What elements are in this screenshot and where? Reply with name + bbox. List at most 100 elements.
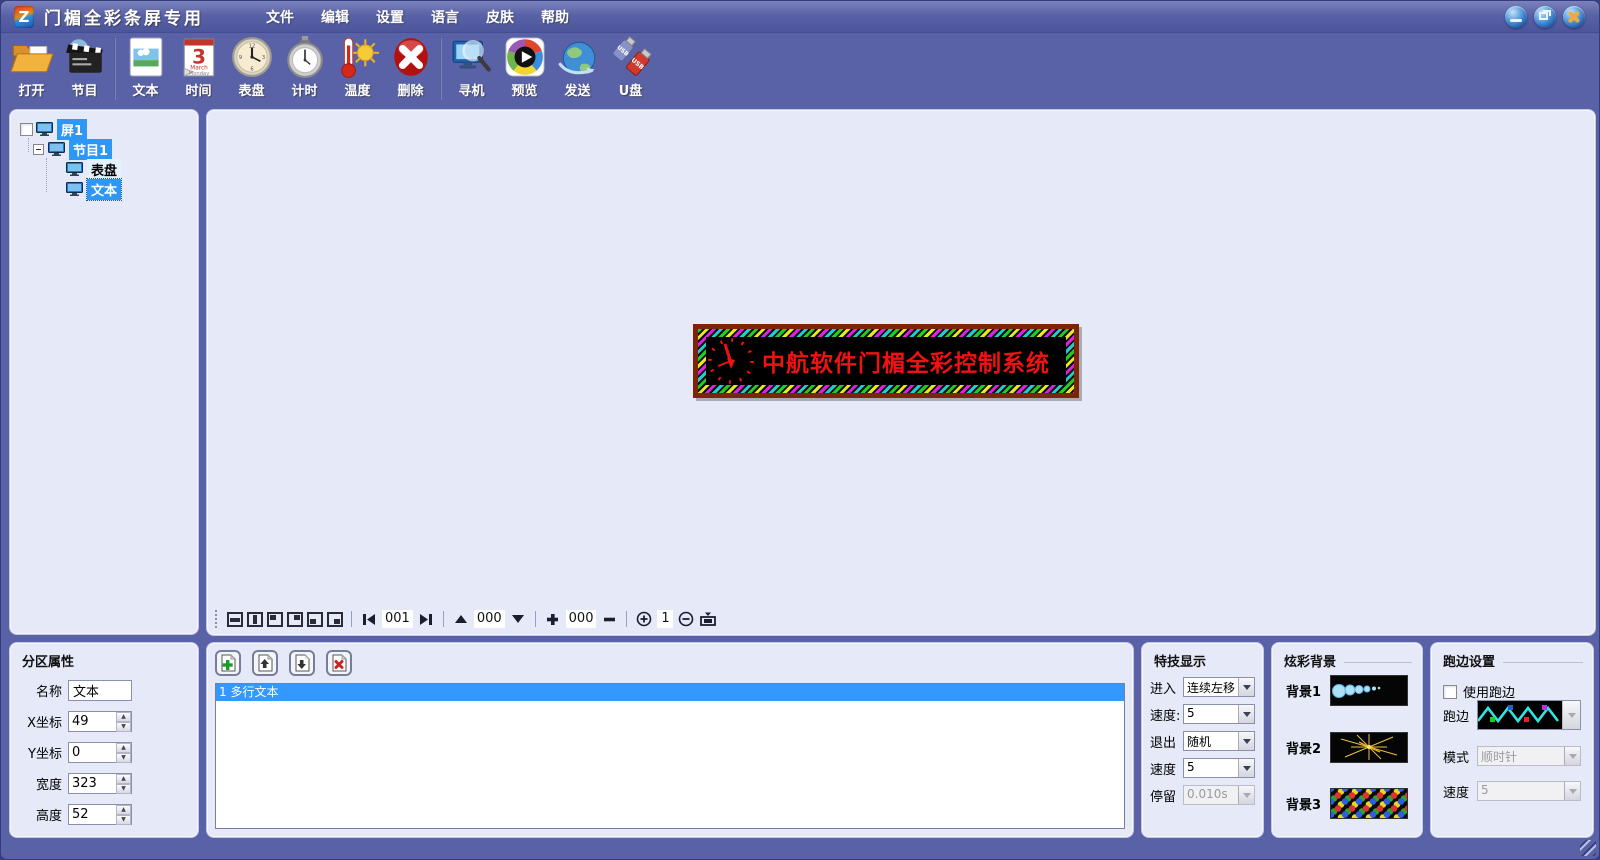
zoom-out-button[interactable] <box>677 610 695 628</box>
stay-time-select: 0.010s <box>1183 785 1255 805</box>
exit-speed-select[interactable]: 5 <box>1183 758 1255 778</box>
last-page-button[interactable] <box>417 610 435 628</box>
align-center-horizontal-button[interactable] <box>227 612 243 627</box>
move-item-down-button[interactable] <box>289 650 315 676</box>
enter-speed-select[interactable]: 5 <box>1183 704 1255 724</box>
time-button[interactable]: 3 March Monday 时间 <box>172 35 225 103</box>
align-bottom-left-button[interactable] <box>307 612 323 627</box>
dropdown-arrow-icon[interactable] <box>1238 705 1254 723</box>
toolbar-grip[interactable] <box>215 610 219 628</box>
find-device-button[interactable]: 寻机 <box>445 35 498 103</box>
background2-thumbnail[interactable] <box>1330 732 1408 763</box>
tree-item-program1[interactable]: 节目1 <box>33 139 198 159</box>
increase-button[interactable] <box>544 610 562 628</box>
background1-thumbnail[interactable] <box>1330 675 1408 706</box>
tree-item-text[interactable]: 文本 <box>66 179 198 199</box>
led-display-preview[interactable]: 中航软件门楣全彩控制系统 <box>693 324 1079 398</box>
enter-speed-label: 速度: <box>1150 705 1183 724</box>
align-top-right-button[interactable] <box>287 612 303 627</box>
page-delete-icon <box>330 654 348 672</box>
window-resize-grip[interactable] <box>1580 840 1596 856</box>
dropdown-arrow-icon <box>1564 782 1580 800</box>
fit-screen-button[interactable] <box>699 610 717 628</box>
tree-checkbox[interactable] <box>20 123 33 136</box>
enter-effect-select[interactable]: 连续左移 <box>1183 677 1255 697</box>
editing-canvas[interactable]: 中航软件门楣全彩控制系统 001 000 <box>206 109 1596 636</box>
y-coordinate-label: Y坐标 <box>18 743 62 762</box>
content-list[interactable]: 1 多行文本 <box>215 683 1125 829</box>
name-input[interactable] <box>68 680 132 701</box>
align-bottom-right-button[interactable] <box>327 612 343 627</box>
delete-item-button[interactable] <box>326 650 352 676</box>
border-pattern-select[interactable] <box>1477 700 1581 730</box>
temperature-button[interactable]: 温度 <box>331 35 384 103</box>
led-border-animation: 中航软件门楣全彩控制系统 <box>698 329 1074 393</box>
tree-item-dial[interactable]: 表盘 <box>66 159 198 179</box>
svg-text:3: 3 <box>261 55 264 61</box>
open-folder-icon <box>10 35 54 79</box>
menu-settings[interactable]: 设置 <box>376 7 404 27</box>
minimize-icon <box>1510 19 1522 22</box>
timer-button[interactable]: 计时 <box>278 35 331 103</box>
height-spinner[interactable]: ▲▼ <box>116 805 131 824</box>
page-number-field[interactable]: 001 <box>382 610 413 628</box>
add-item-button[interactable] <box>215 650 241 676</box>
x-spinner[interactable]: ▲▼ <box>116 712 131 731</box>
dropdown-arrow-icon[interactable] <box>1238 678 1254 696</box>
width-input[interactable] <box>69 774 116 793</box>
menu-file[interactable]: 文件 <box>266 7 294 27</box>
exit-effect-select[interactable]: 随机 <box>1183 731 1255 751</box>
menu-edit[interactable]: 编辑 <box>321 7 349 27</box>
first-page-button[interactable] <box>360 610 378 628</box>
program-clapper-icon <box>63 35 107 79</box>
menu-skin[interactable]: 皮肤 <box>486 7 514 27</box>
delete-button[interactable]: 删除 <box>384 35 437 103</box>
starburst-icon <box>1331 733 1407 762</box>
background3-thumbnail[interactable] <box>1330 788 1408 819</box>
list-item-selected[interactable]: 1 多行文本 <box>216 684 1124 701</box>
page-down-icon <box>293 654 311 672</box>
send-globe-icon <box>556 35 600 79</box>
restore-button[interactable] <box>1534 6 1556 28</box>
dial-button[interactable]: 12 3 6 9 表盘 <box>225 35 278 103</box>
tree-item-screen1[interactable]: 屏1 <box>20 119 198 139</box>
border-settings-panel: 跑边设置 使用跑边 跑边 模式 <box>1430 642 1594 838</box>
decrease-button[interactable] <box>600 610 618 628</box>
close-button[interactable] <box>1563 6 1585 28</box>
count-field[interactable]: 000 <box>566 610 597 628</box>
program-button[interactable]: 节目 <box>58 35 111 103</box>
dropdown-arrow-icon[interactable] <box>1562 701 1580 729</box>
x-coordinate-input[interactable] <box>69 712 116 731</box>
exit-effect-label: 退出 <box>1150 732 1183 751</box>
screen-tree-panel: 屏1 节目1 表盘 <box>9 109 199 635</box>
usb-button[interactable]: USB USB U盘 <box>604 35 657 103</box>
minimize-button[interactable] <box>1505 6 1527 28</box>
collapse-expander-icon[interactable] <box>33 144 44 155</box>
enter-effect-label: 进入 <box>1150 678 1183 697</box>
stay-time-label: 停留 <box>1150 786 1183 805</box>
line-number-field[interactable]: 000 <box>474 610 505 628</box>
y-coordinate-input[interactable] <box>69 743 116 762</box>
open-button[interactable]: 打开 <box>5 35 58 103</box>
move-item-up-button[interactable] <box>252 650 278 676</box>
align-top-left-button[interactable] <box>267 612 283 627</box>
menu-help[interactable]: 帮助 <box>541 7 569 27</box>
move-up-button[interactable] <box>452 610 470 628</box>
thermometer-icon <box>336 35 380 79</box>
use-border-checkbox[interactable] <box>1443 685 1457 699</box>
height-input[interactable] <box>69 805 116 824</box>
width-spinner[interactable]: ▲▼ <box>116 774 131 793</box>
align-center-vertical-button[interactable] <box>247 612 263 627</box>
dropdown-arrow-icon[interactable] <box>1238 732 1254 750</box>
text-button[interactable]: 文本 <box>119 35 172 103</box>
move-down-button[interactable] <box>509 610 527 628</box>
preview-button[interactable]: 预览 <box>498 35 551 103</box>
zoom-in-button[interactable] <box>635 610 653 628</box>
border-mode-label: 模式 <box>1443 747 1477 766</box>
border-pattern-label: 跑边 <box>1443 706 1477 725</box>
send-button[interactable]: 发送 <box>551 35 604 103</box>
dropdown-arrow-icon[interactable] <box>1238 759 1254 777</box>
svg-text:6: 6 <box>250 67 253 73</box>
y-spinner[interactable]: ▲▼ <box>116 743 131 762</box>
menu-language[interactable]: 语言 <box>431 7 459 27</box>
